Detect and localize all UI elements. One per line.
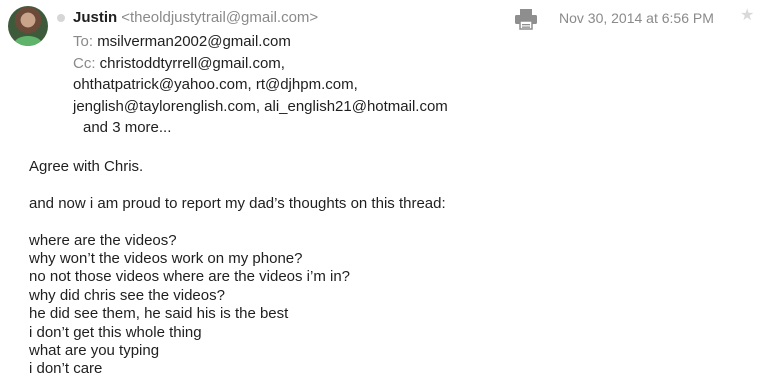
more-recipients-link[interactable]: and 3 more...: [73, 117, 448, 139]
quote-line: he did see them, he said his is the best: [29, 305, 289, 323]
to-label: To:: [73, 33, 94, 50]
cc-address[interactable]: christoddtyrrell@gmail.com,: [100, 55, 285, 72]
sender-email[interactable]: <theoldjustytrail@gmail.com>: [121, 9, 318, 26]
to-address[interactable]: msilverman2002@gmail.com: [97, 33, 291, 50]
cc-line-2[interactable]: ohthatpatrick@yahoo.com, rt@djhpm.com,: [73, 74, 448, 96]
quote-line: why did chris see the videos?: [29, 286, 225, 304]
cc-line: Cc: christoddtyrrell@gmail.com,: [73, 53, 448, 75]
star-icon[interactable]: ★: [740, 8, 754, 24]
sender-line: Justin <theoldjustytrail@gmail.com>: [73, 9, 318, 26]
recipients-block: To: msilverman2002@gmail.com Cc: christo…: [73, 31, 448, 139]
avatar-shirt: [14, 36, 42, 46]
sender-name[interactable]: Justin: [73, 9, 117, 26]
status-dot: [57, 14, 65, 22]
quote-line: i don’t care: [29, 360, 103, 378]
quote-line: no not those videos where are the videos…: [29, 268, 351, 286]
to-line: To: msilverman2002@gmail.com: [73, 31, 448, 53]
quote-line: where are the videos?: [29, 231, 177, 249]
cc-label: Cc:: [73, 54, 96, 72]
cc-line-3[interactable]: jenglish@taylorenglish.com, ali_english2…: [73, 96, 448, 118]
quote-line: what are you typing: [29, 342, 160, 360]
message-date: Nov 30, 2014 at 6:56 PM: [559, 10, 714, 26]
message-body: Agree with Chris. and now i am proud to …: [29, 158, 446, 379]
quote-line: why won’t the videos work on my phone?: [29, 250, 303, 267]
printer-icon[interactable]: [514, 8, 538, 30]
sender-avatar[interactable]: [8, 6, 48, 46]
body-line: Agree with Chris.: [29, 158, 144, 175]
body-line: and now i am proud to report my dad’s th…: [29, 194, 446, 212]
quote-line: i don’t get this whole thing: [29, 323, 202, 341]
